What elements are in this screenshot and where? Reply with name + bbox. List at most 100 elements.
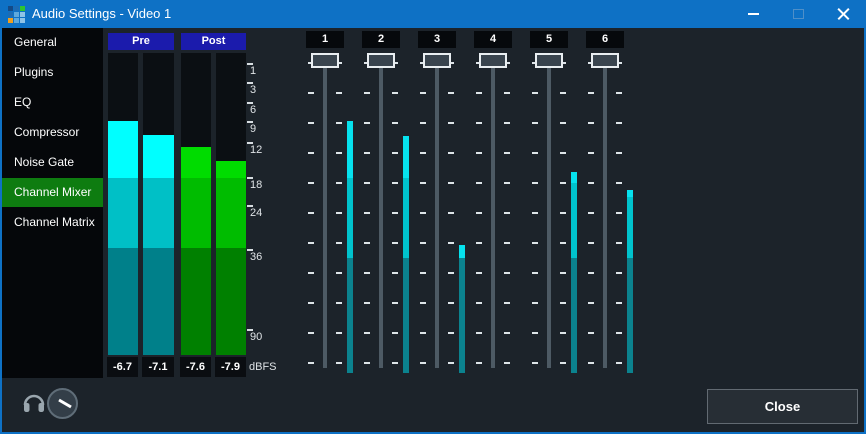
- channel-5-label: 5: [530, 31, 568, 48]
- channel-2-tick: [392, 182, 398, 184]
- channel-6-meter-segment: [627, 197, 633, 258]
- post-meter-header: Post: [181, 33, 246, 50]
- headphones-icon[interactable]: [21, 391, 47, 415]
- channel-5-tick: [532, 122, 538, 124]
- post-right-meter-segment: [216, 248, 246, 355]
- channel-4-slider-handle[interactable]: [479, 53, 507, 68]
- scale-tick-number: 1: [250, 66, 256, 77]
- scale-label-24: 24: [247, 205, 262, 219]
- titlebar[interactable]: Audio Settings - Video 1: [0, 0, 866, 28]
- channel-6-tick: [616, 332, 622, 334]
- channel-5-tick: [532, 302, 538, 304]
- post-right-value: -7.9: [215, 357, 246, 377]
- channel-6-tick: [588, 122, 594, 124]
- channel-2-tick: [392, 272, 398, 274]
- channel-2-slider-track[interactable]: [379, 56, 383, 368]
- close-button[interactable]: Close: [707, 389, 858, 424]
- channel-6-slider-handle[interactable]: [591, 53, 619, 68]
- channel-2-tick: [392, 212, 398, 214]
- channel-6-tick: [588, 92, 594, 94]
- pre-right-meter-segment: [143, 178, 174, 248]
- channel-4-slider-track[interactable]: [491, 56, 495, 368]
- app-logo-square: [14, 6, 19, 11]
- channel-2-tick: [364, 362, 370, 364]
- channel-4-tick: [504, 122, 510, 124]
- channel-3-tick: [420, 242, 426, 244]
- monitor-volume-knob[interactable]: [47, 388, 78, 419]
- channel-2-slider-handle[interactable]: [367, 53, 395, 68]
- channel-3-tick: [448, 212, 454, 214]
- channel-3-tick: [448, 182, 454, 184]
- scale-tick-number: 90: [250, 332, 262, 343]
- channel-2-tick: [364, 152, 370, 154]
- app-logo-square: [20, 18, 25, 23]
- channel-5-tick: [532, 182, 538, 184]
- channel-4-tick: [476, 332, 482, 334]
- channel-5-tick: [560, 182, 566, 184]
- post-left-value: -7.6: [180, 357, 211, 377]
- channel-2-tick: [364, 302, 370, 304]
- sidebar: GeneralPluginsEQCompressorNoise GateChan…: [2, 28, 103, 378]
- channel-1-tick: [336, 302, 342, 304]
- channel-4-tick: [504, 182, 510, 184]
- channel-3-slider-handle[interactable]: [423, 53, 451, 68]
- channel-4-label: 4: [474, 31, 512, 48]
- channel-1-slider-track[interactable]: [323, 56, 327, 368]
- channel-3-tick: [448, 332, 454, 334]
- sidebar-item-channel-mixer[interactable]: Channel Mixer: [2, 178, 103, 207]
- channel-3-tick: [420, 332, 426, 334]
- channel-1-tick: [308, 362, 314, 364]
- channel-4-tick: [504, 92, 510, 94]
- close-icon: [837, 8, 850, 21]
- minimize-icon: [748, 13, 759, 15]
- channel-2-tick: [392, 242, 398, 244]
- app-logo-square: [8, 18, 13, 23]
- sidebar-item-plugins[interactable]: Plugins: [2, 58, 103, 87]
- channel-2-meter-segment: [403, 136, 409, 178]
- channel-4-tick: [476, 362, 482, 364]
- channel-5-meter-segment: [571, 183, 577, 258]
- close-window-button[interactable]: [821, 0, 866, 28]
- channel-5-tick: [532, 362, 538, 364]
- channel-5-tick: [560, 92, 566, 94]
- app-logo-square: [14, 18, 19, 23]
- channel-4-tick: [476, 212, 482, 214]
- scale-tick-number: 6: [250, 105, 256, 116]
- channel-6-tick: [588, 362, 594, 364]
- channel-1-tick: [308, 182, 314, 184]
- channel-2-tick: [392, 302, 398, 304]
- channel-5-slider-track[interactable]: [547, 56, 551, 368]
- channel-3-tick: [448, 152, 454, 154]
- channel-5-tick: [560, 302, 566, 304]
- channel-6-tick: [616, 182, 622, 184]
- sidebar-item-compressor[interactable]: Compressor: [2, 118, 103, 147]
- channel-2-tick: [364, 92, 370, 94]
- channel-1-tick: [308, 122, 314, 124]
- channel-6-tick: [616, 362, 622, 364]
- sidebar-item-eq[interactable]: EQ: [2, 88, 103, 117]
- channel-6-slider-track[interactable]: [603, 56, 607, 368]
- app-logo-square: [14, 12, 19, 17]
- channel-5-slider-handle[interactable]: [535, 53, 563, 68]
- sidebar-item-noise-gate[interactable]: Noise Gate: [2, 148, 103, 177]
- pre-left-meter-segment: [108, 178, 138, 248]
- scale-label-9: 9: [247, 121, 256, 135]
- channel-2-tick: [392, 152, 398, 154]
- channel-3-slider-track[interactable]: [435, 56, 439, 368]
- channel-1-tick: [308, 92, 314, 94]
- channel-3-tick: [420, 212, 426, 214]
- channel-5-tick: [560, 362, 566, 364]
- channel-1-slider-handle[interactable]: [311, 53, 339, 68]
- post-right-meter-segment: [216, 161, 246, 178]
- channel-3-tick: [420, 302, 426, 304]
- minimize-button[interactable]: [731, 0, 776, 28]
- sidebar-item-channel-matrix[interactable]: Channel Matrix: [2, 208, 103, 237]
- channel-6-tick: [588, 182, 594, 184]
- channel-4-tick: [476, 122, 482, 124]
- pre-meter-header: Pre: [108, 33, 174, 50]
- sidebar-item-general[interactable]: General: [2, 28, 103, 57]
- channel-6-tick: [588, 152, 594, 154]
- channel-6-label: 6: [586, 31, 624, 48]
- channel-3-tick: [420, 152, 426, 154]
- channel-6-tick: [616, 242, 622, 244]
